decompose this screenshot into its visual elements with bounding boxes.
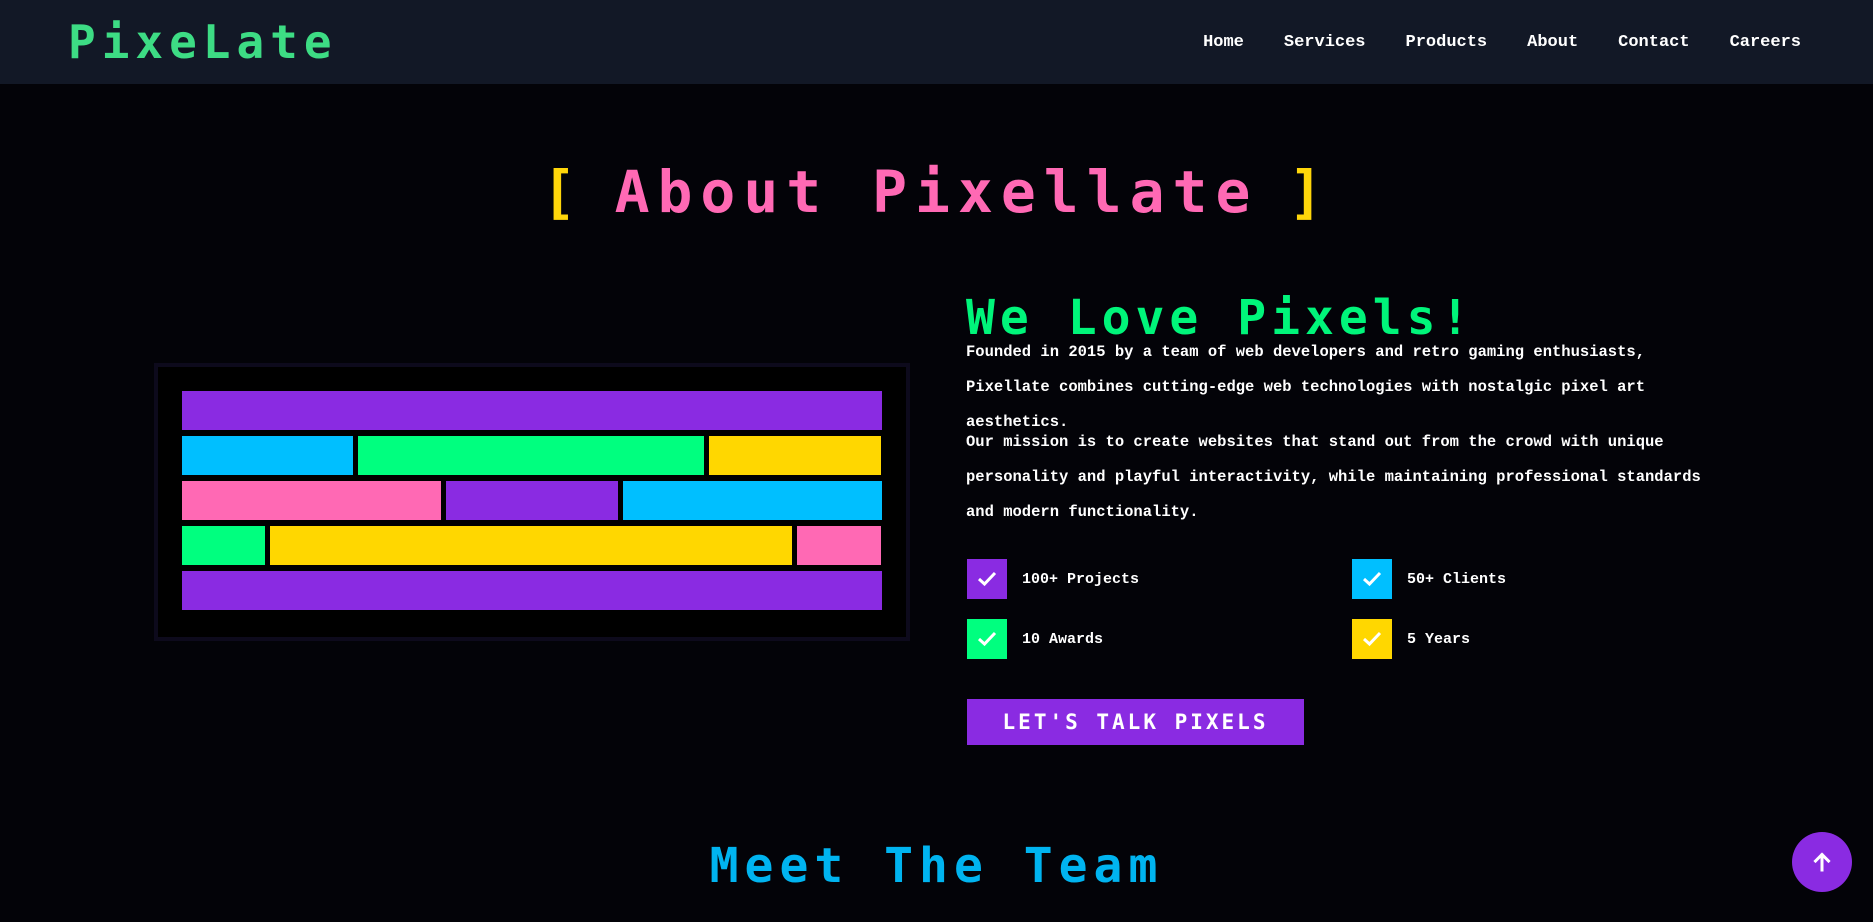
- check-icon: [1352, 559, 1392, 599]
- stat-label: 50+ Clients: [1407, 570, 1507, 588]
- stat-awards: 10 Awards: [967, 619, 1103, 659]
- about-paragraph-2: Our mission is to create websites that s…: [966, 433, 1701, 521]
- pixel-block: [182, 571, 882, 610]
- title-bracket-left: [: [541, 157, 585, 226]
- pixel-block: [182, 481, 441, 520]
- pixel-block: [182, 391, 882, 430]
- arrow-up-icon: [1813, 852, 1831, 872]
- scroll-to-top-button[interactable]: [1792, 832, 1852, 892]
- team-section-title: Meet The Team: [709, 838, 1164, 894]
- nav-link-services[interactable]: Services: [1284, 33, 1366, 52]
- pixel-block: [358, 436, 704, 475]
- pixel-art-illustration: [154, 363, 910, 641]
- title-text: About Pixellate: [614, 157, 1259, 226]
- nav-link-careers[interactable]: Careers: [1730, 33, 1801, 52]
- stat-label: 10 Awards: [1022, 630, 1104, 648]
- pixel-block: [182, 436, 353, 475]
- nav-link-contact[interactable]: Contact: [1618, 33, 1689, 52]
- stat-years: 5 Years: [1352, 619, 1470, 659]
- pixel-block: [446, 481, 618, 520]
- lets-talk-pixels-button[interactable]: LET'S TALK PIXELS: [967, 699, 1304, 745]
- nav-link-products[interactable]: Products: [1406, 33, 1488, 52]
- pixel-block: [797, 526, 881, 565]
- pixel-block: [182, 526, 265, 565]
- logo[interactable]: PixeLate: [68, 15, 338, 69]
- title-bracket-right: ]: [1288, 157, 1332, 226]
- pixel-block: [270, 526, 792, 565]
- section-title: [ About Pixellate]: [0, 157, 1873, 227]
- check-icon: [967, 619, 1007, 659]
- stat-clients: 50+ Clients: [1352, 559, 1506, 599]
- stat-label: 100+ Projects: [1022, 570, 1140, 588]
- nav-link-home[interactable]: Home: [1203, 33, 1244, 52]
- pixel-block: [623, 481, 882, 520]
- pixel-block: [709, 436, 881, 475]
- stat-projects: 100+ Projects: [967, 559, 1139, 599]
- check-icon: [967, 559, 1007, 599]
- check-icon: [1352, 619, 1392, 659]
- nav-menu: Home Services Products About Contact Car…: [1203, 33, 1801, 52]
- nav-link-about[interactable]: About: [1527, 33, 1578, 52]
- stat-label: 5 Years: [1407, 630, 1471, 648]
- navbar: PixeLate Home Services Products About Co…: [0, 0, 1873, 84]
